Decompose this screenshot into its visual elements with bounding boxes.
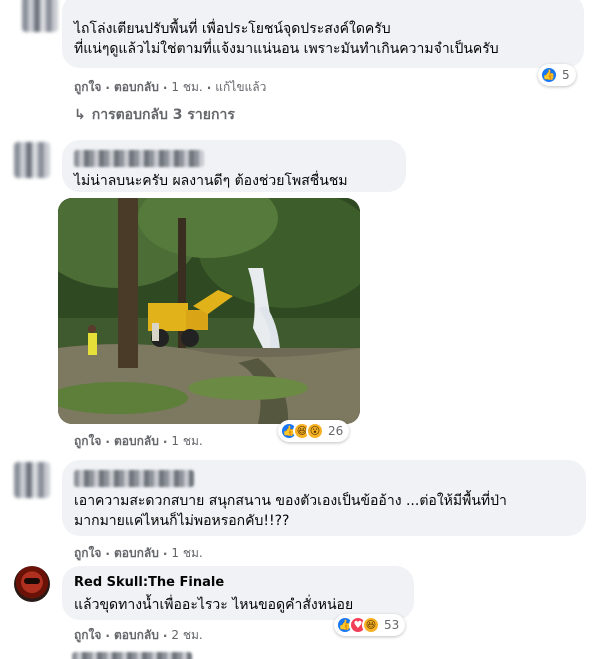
avatar[interactable] [14,142,50,178]
comment-actions: ถูกใจ · ตอบกลับ · 2 ชม. [74,626,203,645]
like-action[interactable]: ถูกใจ [74,78,101,97]
replies-label: การตอบกลับ 3 รายการ [91,107,235,123]
haha-reaction-icon: 😆 [362,616,380,634]
comment-actions: ถูกใจ · ตอบกลับ · 1 ชม. · แก้ไขแล้ว [74,78,266,97]
comment-text-line: ไม่น่าลบนะครับ ผลงานดีๆ ต้องช่วยโพสชื่นช… [74,173,348,189]
wow-reaction-icon: 😮 [306,422,324,440]
timestamp[interactable]: 1 ชม. [171,78,202,97]
comment-bubble: Red Skull:The Finale แล้วขุดทางน้ำเพื่ออ… [62,566,414,620]
timestamp[interactable]: 2 ชม. [171,626,202,645]
author-name-redacted[interactable] [74,470,194,487]
photo-excavator-waterfall [58,198,360,424]
comment-actions: ถูกใจ · ตอบกลับ · 1 ชม. [74,432,203,451]
comment-bubble: ไถโล่งเตียนปรับพื้นที่ เพื่อประโยชน์จุดป… [62,0,584,68]
like-reaction-icon: 👍 [540,66,558,84]
author-name-redacted[interactable] [74,150,204,167]
comment-actions: ถูกใจ · ตอบกลับ · 1 ชม. [74,544,203,563]
author-name-redacted[interactable] [72,652,192,659]
comment-bubble: ไม่น่าลบนะครับ ผลงานดีๆ ต้องช่วยโพสชื่นช… [62,140,406,192]
reaction-count: 26 [328,424,344,438]
reaction-count: 53 [384,618,400,632]
comment-text-line: เอาความสะดวกสบาย สนุกสนาน ของตัวเองเป็นข… [74,493,507,509]
like-action[interactable]: ถูกใจ [74,626,101,645]
timestamp[interactable]: 1 ชม. [171,544,202,563]
timestamp[interactable]: 1 ชม. [171,432,202,451]
author-name[interactable]: Red Skull:The Finale [74,574,402,591]
reaction-count: 5 [562,68,570,82]
reaction-summary[interactable]: 👍 😆 😮 26 [278,420,350,442]
avatar[interactable] [22,0,58,32]
like-action[interactable]: ถูกใจ [74,544,101,563]
reply-action[interactable]: ตอบกลับ [114,626,159,645]
edited-label: แก้ไขแล้ว [215,80,267,94]
comment-photo[interactable] [58,198,360,424]
reaction-summary[interactable]: 👍 5 [538,64,576,86]
like-action[interactable]: ถูกใจ [74,432,101,451]
view-replies-link[interactable]: ↳ การตอบกลับ 3 รายการ [74,104,235,126]
comment-text-line: มากมายแค่ไหนก็ไม่พอหรอกคับ!!?? [74,513,290,529]
avatar[interactable] [14,462,50,498]
reaction-summary[interactable]: 👍 ♥ 😆 53 [334,614,406,636]
comment-text-line: แล้วขุดทางน้ำเพื่ออะไรวะ ไหนขอดูคำสั่งหน… [74,597,354,613]
reply-action[interactable]: ตอบกลับ [114,78,159,97]
comment-text-line: ที่แน่ๆดูแล้วไม่ใช่ตามที่แจ้งมาแน่นอน เพ… [74,41,499,57]
reply-action[interactable]: ตอบกลับ [114,432,159,451]
avatar[interactable] [14,566,50,602]
reply-action[interactable]: ตอบกลับ [114,544,159,563]
comment-text-line: ไถโล่งเตียนปรับพื้นที่ เพื่อประโยชน์จุดป… [74,21,391,37]
reply-arrow-icon: ↳ [74,107,86,123]
comment-bubble: เอาความสะดวกสบาย สนุกสนาน ของตัวเองเป็นข… [62,460,586,536]
